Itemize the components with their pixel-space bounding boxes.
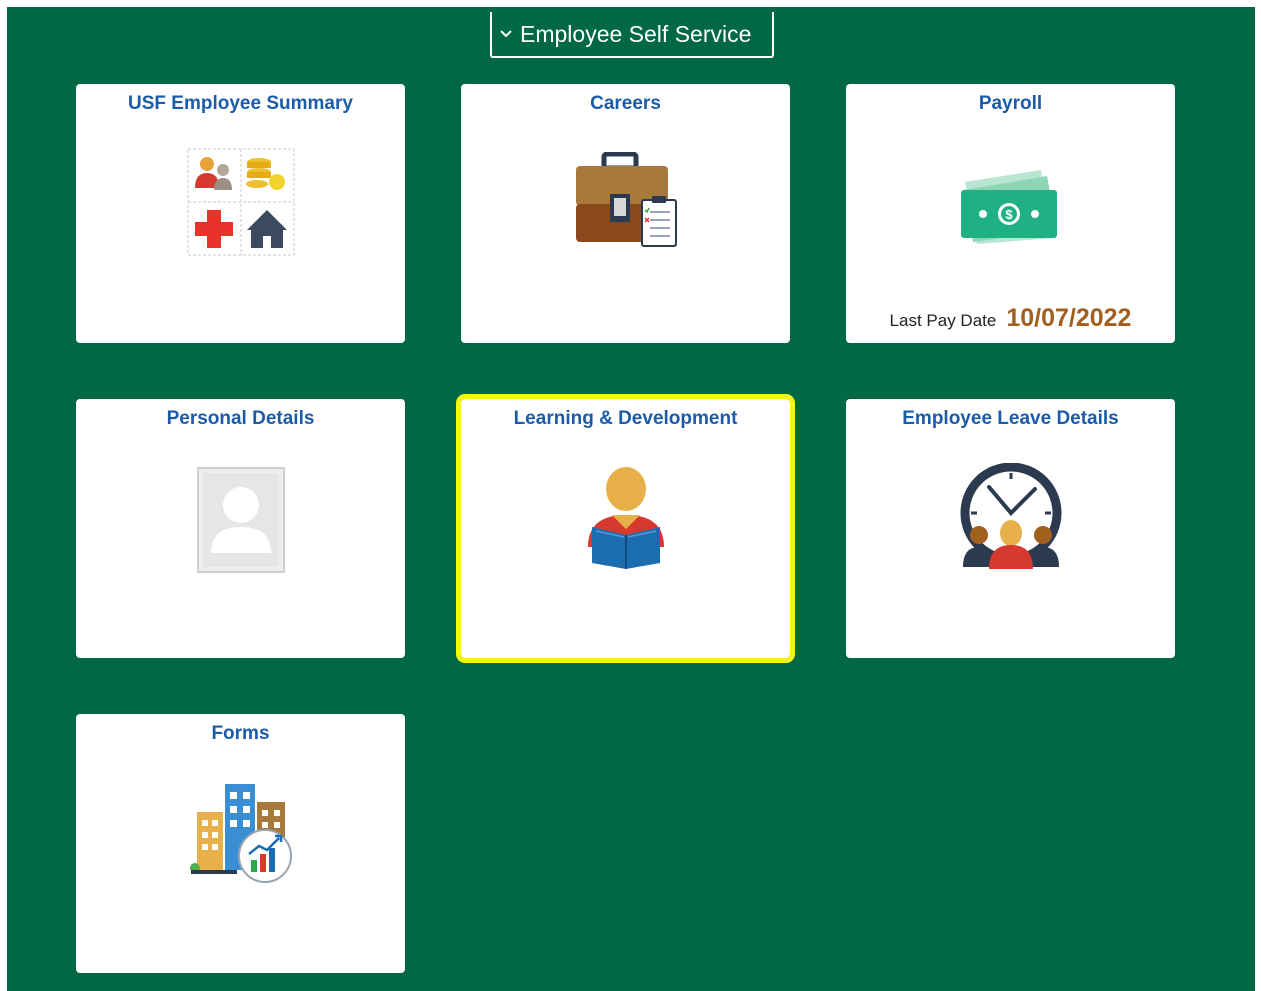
briefcase-icon <box>575 152 677 247</box>
tile-title: Forms <box>211 723 270 744</box>
profile-placeholder-icon <box>196 467 285 573</box>
money-icon: $ <box>960 170 1057 244</box>
homepage-selector-label: Employee Self Service <box>520 20 752 47</box>
homepage-canvas: Employee Self Service USF Employee Summa… <box>7 7 1255 991</box>
chevron-down-icon <box>500 30 512 38</box>
tile-usf-employee-summary[interactable]: USF Employee Summary <box>76 84 405 343</box>
buildings-chart-icon <box>189 784 292 883</box>
clock-people-icon <box>960 463 1061 569</box>
last-pay-date-label: Last Pay Date <box>889 311 997 330</box>
tile-title: Learning & Development <box>513 408 738 429</box>
tile-title: Personal Details <box>166 408 315 429</box>
svg-text:$: $ <box>1005 207 1013 222</box>
tile-payroll[interactable]: Payroll $ Last Pay Date 10/07/2022 <box>846 84 1175 343</box>
top-strip <box>0 0 1261 7</box>
tile-title: Payroll <box>978 93 1043 114</box>
tile-employee-leave-details[interactable]: Employee Leave Details <box>846 399 1175 658</box>
tile-careers[interactable]: Careers <box>461 84 790 343</box>
tile-personal-details[interactable]: Personal Details <box>76 399 405 658</box>
homepage-selector[interactable]: Employee Self Service <box>490 12 774 58</box>
tile-learning-development[interactable]: Learning & Development <box>456 394 795 663</box>
employee-summary-icon <box>187 148 294 256</box>
tile-forms[interactable]: Forms <box>76 714 405 973</box>
reader-icon <box>587 467 664 569</box>
tile-title: Careers <box>590 93 661 114</box>
last-pay-date-value: 10/07/2022 <box>1006 304 1132 332</box>
tile-title: USF Employee Summary <box>128 93 353 114</box>
tile-title: Employee Leave Details <box>902 408 1119 429</box>
last-pay-date: Last Pay Date 10/07/2022 <box>846 304 1175 333</box>
